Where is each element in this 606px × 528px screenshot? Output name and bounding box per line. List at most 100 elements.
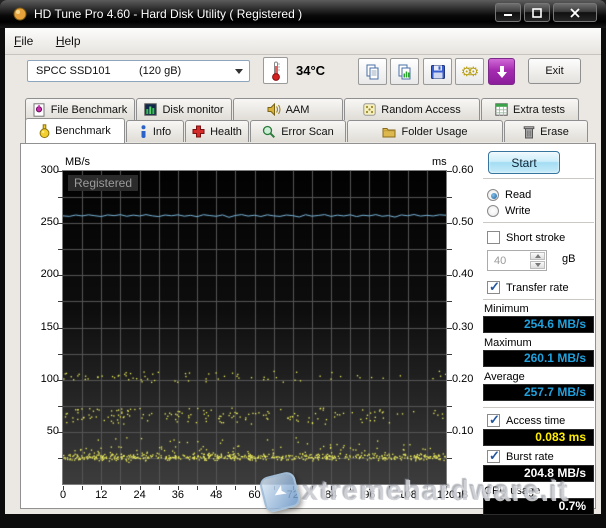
y-left-tick [58,197,63,198]
tab-benchmark[interactable]: Benchmark [25,118,125,143]
y-right-tick [447,458,452,459]
tab-file-benchmark[interactable]: File Benchmark [25,98,135,120]
tab-row-secondary: File Benchmark Disk monitor AAM [25,98,580,120]
save-icon [430,64,446,80]
x-tick-label: 24 [126,489,154,501]
y-right-tick-label: 0.30 [452,321,473,333]
y-left-axis-title: MB/s [65,156,90,168]
write-label: Write [505,205,530,217]
cpu-usage-label: CPU usage [484,485,540,497]
extra-tests-icon [495,103,508,116]
benchmark-plot [62,170,447,485]
tab-health[interactable]: Health [185,120,249,142]
temperature-indicator [263,57,288,84]
y-left-tick [58,171,63,172]
transfer-rate-label: Transfer rate [506,282,569,294]
menu-help[interactable]: Help [47,28,90,48]
y-right-tick [447,249,452,250]
spinner-unit-label: gB [562,253,575,265]
drive-capacity: (120 gB) [139,65,181,77]
y-right-tick-label: 0.20 [452,373,473,385]
radio-dot [487,189,499,201]
tab-label: AAM [286,104,310,116]
copy-image-button[interactable] [390,58,419,85]
x-tick-label: 12 [87,489,115,501]
tab-aam[interactable]: AAM [233,98,343,120]
tab-info[interactable]: Info [126,120,184,142]
y-left-tick [58,458,63,459]
options-button[interactable]: ⚙⚙ [455,58,484,85]
short-stroke-checkbox[interactable]: Short stroke [487,231,565,244]
transfer-rate-checkbox[interactable]: Transfer rate [487,281,569,294]
folder-usage-icon [382,126,396,138]
maximum-value: 260.1 MB/s [483,350,594,367]
tab-label: Erase [540,126,569,138]
close-button[interactable] [553,3,597,22]
x-tick [350,486,351,490]
read-label: Read [505,189,531,201]
y-left-tick [58,249,63,250]
update-button[interactable] [488,58,515,85]
minimum-label: Minimum [484,303,529,315]
tab-label: Extra tests [513,104,565,116]
hdtune-window: HD Tune Pro 4.60 - Hard Disk Utility ( R… [0,0,606,528]
y-right-tick [447,223,452,224]
tab-label: Benchmark [55,125,111,137]
x-tick [293,486,294,490]
app-icon [13,7,27,21]
tab-extra-tests[interactable]: Extra tests [481,98,579,120]
tab-erase[interactable]: Erase [504,120,588,142]
x-tick-label: 84 [317,489,345,501]
maximize-button[interactable] [524,3,550,22]
y-left-tick [58,406,63,407]
tab-label: Error Scan [281,126,334,138]
x-tick [312,486,313,490]
y-left-tick [58,275,63,276]
x-tick [178,486,179,490]
x-tick [197,486,198,490]
tab-folder-usage[interactable]: Folder Usage [347,120,503,142]
y-left-tick [58,223,63,224]
minimize-button[interactable] [495,3,521,22]
burst-rate-value: 204.8 MB/s [483,465,594,482]
info-icon [139,125,148,139]
window-title: HD Tune Pro 4.60 - Hard Disk Utility ( R… [34,7,302,21]
minimum-value: 254.6 MB/s [483,316,594,333]
drive-select[interactable]: SPCC SSD101 (120 gB) [27,60,250,82]
access-time-checkbox[interactable]: Access time [487,414,565,427]
spinner-value: 40 [494,255,506,267]
aam-icon [267,103,281,116]
disk-monitor-icon [144,103,157,116]
drive-name: SPCC SSD101 [36,65,111,77]
download-arrow-icon [496,65,508,79]
write-radio[interactable]: Write [487,205,530,217]
copy-button[interactable] [358,58,387,85]
random-access-icon [363,103,376,116]
exit-button[interactable]: Exit [528,58,581,84]
tab-random-access[interactable]: Random Access [344,98,480,120]
exit-label: Exit [545,65,563,77]
y-left-tick-label: 300 [25,164,59,176]
x-axis-unit: gB [455,489,468,501]
x-tick [216,486,217,490]
client-area: File Help SPCC SSD101 (120 gB) 34°C [5,28,601,514]
save-button[interactable] [423,58,452,85]
y-right-tick [447,171,452,172]
title-bar: HD Tune Pro 4.60 - Hard Disk Utility ( R… [0,0,606,28]
y-left-tick-label: 150 [25,321,59,333]
start-button[interactable]: Start [488,151,560,174]
tab-disk-monitor[interactable]: Disk monitor [136,98,232,120]
x-tick [427,486,428,490]
spinner-down-button[interactable] [530,261,545,269]
x-tick [389,486,390,490]
capacity-spinner[interactable]: 40 [487,250,547,271]
y-right-tick [447,432,452,433]
read-radio[interactable]: Read [487,189,531,201]
burst-rate-checkbox[interactable]: Burst rate [487,450,554,463]
x-tick [255,486,256,490]
spinner-up-button[interactable] [530,252,545,260]
menu-file[interactable]: File [5,28,42,48]
maximum-label: Maximum [484,337,532,349]
x-tick [101,486,102,490]
tab-error-scan[interactable]: Error Scan [250,120,346,142]
